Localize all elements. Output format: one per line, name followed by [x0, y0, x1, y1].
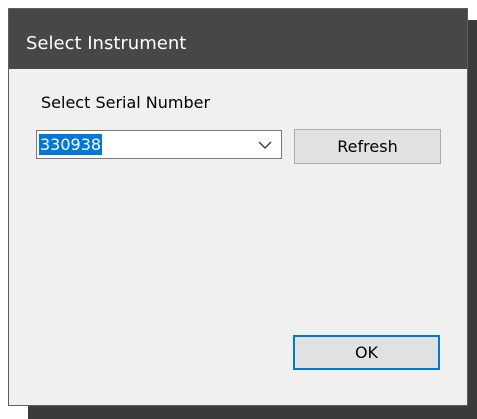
screen: Select Instrument Select Serial Number 3…	[0, 0, 477, 419]
select-instrument-dialog: Select Instrument Select Serial Number 3…	[8, 8, 468, 406]
refresh-button[interactable]: Refresh	[294, 129, 441, 164]
serial-number-selected-value[interactable]: 330938	[39, 134, 103, 155]
ok-button[interactable]: OK	[293, 335, 440, 370]
title-bar[interactable]: Select Instrument	[9, 9, 467, 69]
serial-number-label: Select Serial Number	[41, 93, 211, 112]
window-title: Select Instrument	[26, 33, 187, 54]
serial-number-combobox[interactable]: 330938	[36, 130, 282, 159]
chevron-down-icon[interactable]	[257, 135, 273, 153]
